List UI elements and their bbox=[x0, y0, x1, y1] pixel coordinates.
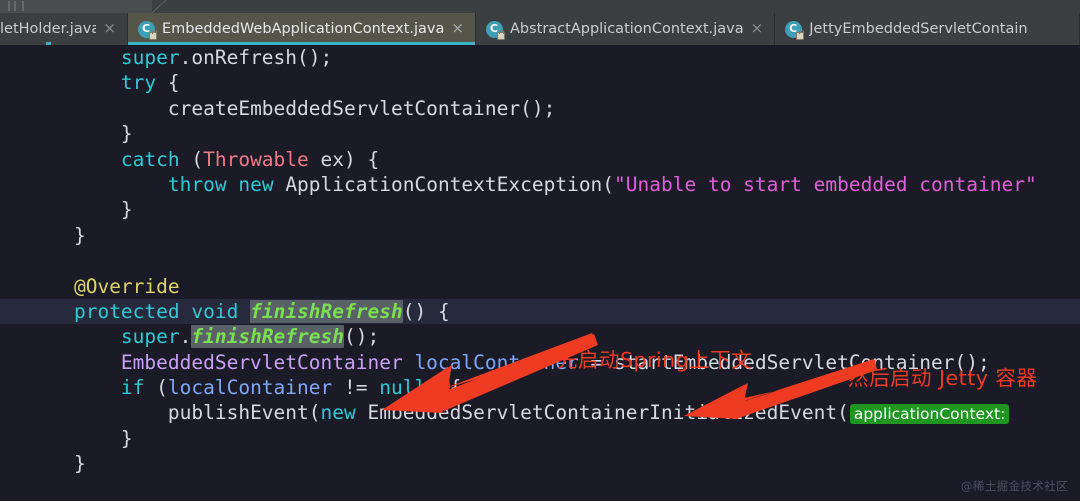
close-icon[interactable]: × bbox=[103, 20, 116, 38]
code-line: catch (Throwable ex) { bbox=[0, 147, 1080, 172]
code-token: finishRefresh bbox=[191, 325, 344, 349]
code-line: super.onRefresh(); bbox=[0, 45, 1080, 70]
code-line: @Override bbox=[0, 274, 1080, 299]
code-line: } bbox=[0, 426, 1080, 451]
tab-label: JettyEmbeddedServletContain bbox=[809, 21, 1028, 37]
lock-icon bbox=[149, 29, 157, 40]
code-line: try { bbox=[0, 70, 1080, 95]
editor-tab-bar: letHolder.java × C EmbeddedWebApplicatio… bbox=[0, 13, 1080, 45]
code-token: createEmbeddedServletContainer(); bbox=[167, 96, 556, 120]
code-token: void bbox=[191, 299, 239, 323]
code-token: new bbox=[320, 401, 356, 425]
code-line: super.finishRefresh(); bbox=[0, 324, 1080, 349]
code-token: } bbox=[73, 452, 86, 476]
breadcrumb-separator-icon bbox=[152, 0, 166, 13]
code-token: protected bbox=[73, 299, 180, 323]
lock-icon bbox=[796, 29, 805, 40]
code-line: createEmbeddedServletContainer(); bbox=[0, 96, 1080, 121]
close-icon[interactable]: × bbox=[451, 20, 464, 38]
tab-jettyembeddedservletcontainer-java[interactable]: C JettyEmbeddedServletContain bbox=[775, 13, 1080, 45]
code-token: if bbox=[120, 376, 145, 400]
java-class-locked-icon: C bbox=[138, 20, 157, 40]
code-line: publishEvent(new EmbeddedServletContaine… bbox=[0, 400, 1080, 425]
tab-label: letHolder.java bbox=[0, 21, 97, 37]
code-token: ( bbox=[179, 147, 204, 171]
breadcrumb-text-remnant bbox=[8, 1, 48, 11]
watermark: @稀土掘金技术社区 bbox=[960, 479, 1068, 493]
java-class-locked-icon: C bbox=[785, 20, 805, 40]
code-line: } bbox=[0, 197, 1080, 222]
code-token: super bbox=[120, 325, 180, 349]
code-token: "Unable to start embedded container" bbox=[614, 172, 1037, 196]
tab-abstractapplicationcontext-java[interactable]: C AbstractApplicationContext.java × bbox=[475, 13, 776, 45]
tab-letholder-java[interactable]: letHolder.java × bbox=[0, 13, 128, 45]
close-icon[interactable]: × bbox=[751, 20, 764, 38]
code-token: ( bbox=[144, 376, 168, 400]
code-token: EmbeddedServletContainerInitializedEvent… bbox=[355, 401, 849, 425]
code-editor[interactable]: super.onRefresh(); try { createEmbeddedS… bbox=[0, 45, 1080, 501]
code-token: != bbox=[332, 376, 380, 400]
code-token: ApplicationContextException( bbox=[273, 172, 615, 196]
code-line: } bbox=[0, 451, 1080, 476]
code-token: } bbox=[73, 223, 86, 247]
annotation-text-spring-context: 先启动Spring上下文 bbox=[557, 348, 753, 372]
inlay-hint: applicationContext: bbox=[849, 404, 1010, 425]
code-line: } bbox=[0, 121, 1080, 146]
ide-window: letHolder.java × C EmbeddedWebApplicatio… bbox=[0, 0, 1080, 501]
code-token: super bbox=[120, 46, 180, 69]
code-token: Throwable bbox=[203, 147, 309, 171]
code-token: ex) { bbox=[308, 147, 380, 171]
code-token: . bbox=[179, 325, 192, 349]
code-token: localContainer bbox=[414, 350, 579, 374]
tab-label: AbstractApplicationContext.java bbox=[509, 21, 744, 37]
code-token: @Override bbox=[73, 274, 180, 298]
code-token: () { bbox=[402, 299, 450, 323]
code-token: ) { bbox=[426, 376, 462, 400]
code-token: } bbox=[120, 198, 133, 222]
code-token: (); bbox=[344, 325, 380, 349]
code-line: protected void finishRefresh() { bbox=[0, 298, 1080, 325]
code-token: null bbox=[379, 376, 427, 400]
code-token: try bbox=[120, 71, 157, 95]
code-token: throw bbox=[167, 172, 227, 196]
code-token: EmbeddedServletContainer bbox=[120, 350, 403, 374]
code-token: { bbox=[156, 71, 180, 95]
code-lines: super.onRefresh(); try { createEmbeddedS… bbox=[0, 45, 1080, 477]
code-token: localContainer bbox=[167, 376, 333, 400]
code-line: throw new ApplicationContextException("U… bbox=[0, 172, 1080, 197]
code-token: } bbox=[120, 122, 133, 146]
java-class-locked-icon: C bbox=[485, 20, 505, 40]
code-token: publishEvent( bbox=[167, 401, 321, 425]
breadcrumb-strip bbox=[0, 0, 1080, 13]
tab-label: EmbeddedWebApplicationContext.java bbox=[162, 21, 445, 37]
code-token: finishRefresh bbox=[250, 299, 403, 323]
tab-embeddedwebapplicationcontext-java[interactable]: C EmbeddedWebApplicationContext.java × bbox=[128, 13, 476, 45]
annotation-text-jetty-container: 然后启动 Jetty 容器 bbox=[848, 366, 1038, 390]
code-token: } bbox=[120, 426, 133, 450]
lock-icon bbox=[496, 29, 505, 40]
code-token: new bbox=[238, 172, 274, 196]
code-line: } bbox=[0, 223, 1080, 248]
code-token: catch bbox=[120, 147, 180, 171]
code-token: .onRefresh(); bbox=[179, 46, 333, 69]
